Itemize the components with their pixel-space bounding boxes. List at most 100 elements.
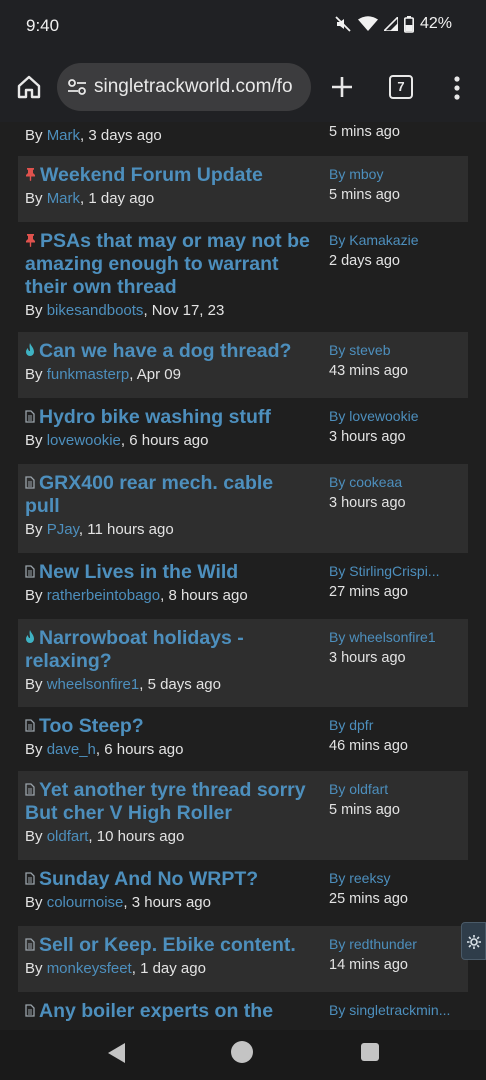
last-poster-link[interactable]: By oldfart — [329, 779, 464, 800]
thread-title-text[interactable]: PSAs that may or may not be amazing enou… — [25, 230, 310, 298]
thread-title-link[interactable]: Narrowboat holidays - relaxing? — [25, 627, 310, 673]
thread-title-text[interactable]: Sunday And No WRPT? — [39, 868, 258, 890]
last-poster-link[interactable]: By reeksy — [329, 868, 464, 889]
thread-title-link[interactable]: New Lives in the Wild — [25, 561, 310, 584]
thread-title-link[interactable]: Can we have a dog thread? — [25, 340, 310, 363]
thread-row[interactable]: Weekend Forum Update By Mark, 1 day ago By… — [18, 156, 468, 222]
mute-icon — [334, 15, 352, 33]
thread-main: Weekend Forum Update By Mark, 1 day ago — [25, 164, 310, 208]
home-button[interactable] — [14, 72, 44, 102]
thread-title-text[interactable]: Any boiler experts on the — [39, 1000, 273, 1022]
last-post-info: By reeksy 25 mins ago — [329, 868, 464, 910]
recents-button[interactable] — [361, 1043, 379, 1061]
thread-title-link[interactable]: Sell or Keep. Ebike content. — [25, 934, 310, 957]
author-link[interactable]: ratherbeintobago — [47, 587, 160, 604]
thread-byline: By dave_h, 6 hours ago — [25, 740, 310, 759]
thread-row-partial[interactable]: By Mark, 3 days ago 5 mins ago — [18, 122, 468, 147]
back-button[interactable] — [106, 1042, 126, 1069]
thread-row[interactable]: New Lives in the Wild By ratherbeintobago… — [18, 553, 468, 619]
author-link[interactable]: colournoise — [47, 894, 124, 911]
thread-main: New Lives in the Wild By ratherbeintobago… — [25, 561, 310, 605]
author-link[interactable]: bikesandboots — [47, 302, 144, 319]
last-post-time: 2 days ago — [329, 253, 400, 269]
more-menu-button[interactable] — [449, 75, 465, 101]
thread-byline: By monkeysfeet, 1 day ago — [25, 959, 310, 978]
thread-main: Too Steep? By dave_h, 6 hours ago — [25, 715, 310, 759]
last-poster-link[interactable]: By cookeaa — [329, 472, 464, 493]
thread-row[interactable]: PSAs that may or may not be amazing enou… — [18, 222, 468, 332]
last-poster-link[interactable]: By StirlingCrispi... — [329, 561, 464, 582]
thread-row[interactable]: Sell or Keep. Ebike content. By monkeysfe… — [18, 926, 468, 992]
battery-icon — [403, 15, 414, 33]
author-link[interactable]: wheelsonfire1 — [47, 676, 140, 693]
thread-row[interactable]: GRX400 rear mech. cable pull By PJay, 11 … — [18, 464, 468, 553]
thread-title-link[interactable]: Any boiler experts on the — [25, 1000, 310, 1023]
last-poster-link[interactable]: By redthunder — [329, 934, 464, 955]
last-poster-link[interactable]: By wheelsonfire1 — [329, 627, 464, 648]
last-poster-link[interactable]: By dpfr — [329, 715, 464, 736]
last-post-time: 5 mins ago — [329, 187, 400, 203]
last-post-info: By singletrackmin... — [329, 1000, 464, 1021]
author-link[interactable]: dave_h — [47, 741, 96, 758]
address-bar[interactable]: singletrackworld.com/fo — [57, 63, 311, 111]
status-time: 9:40 — [26, 16, 60, 35]
thread-row[interactable]: Too Steep? By dave_h, 6 hours ago By dpfr 4… — [18, 707, 468, 771]
last-post-time: 25 mins ago — [329, 891, 408, 907]
thread-title-text[interactable]: Weekend Forum Update — [40, 164, 263, 186]
thread-title-link[interactable]: Too Steep? — [25, 715, 310, 738]
url-text[interactable]: singletrackworld.com/fo — [94, 76, 293, 98]
thread-title-text[interactable]: Too Steep? — [39, 715, 144, 737]
status-icons: 42% — [334, 15, 452, 33]
thread-title-link[interactable]: GRX400 rear mech. cable pull — [25, 472, 310, 518]
thread-title-text[interactable]: Can we have a dog thread? — [39, 340, 291, 362]
status-bar: 9:40 42% — [0, 0, 486, 52]
last-post-time: 5 mins ago — [329, 124, 400, 140]
author-link[interactable]: Mark — [47, 190, 80, 207]
last-poster-link[interactable]: By steveb — [329, 340, 464, 361]
signal-icon — [383, 17, 398, 31]
author-link[interactable]: PJay — [47, 521, 79, 538]
byline-prefix: By — [25, 960, 47, 977]
byline-prefix: By — [25, 432, 47, 449]
floating-settings-button[interactable] — [461, 922, 486, 960]
author-link[interactable]: funkmasterp — [47, 366, 130, 383]
thread-title-link[interactable]: Sunday And No WRPT? — [25, 868, 310, 891]
thread-title-text[interactable]: GRX400 rear mech. cable pull — [25, 472, 273, 517]
thread-row[interactable]: Can we have a dog thread? By funkmasterp,… — [18, 332, 468, 398]
thread-title-link[interactable]: Weekend Forum Update — [25, 164, 310, 187]
thread-byline: By funkmasterp, Apr 09 — [25, 365, 310, 384]
thread-row[interactable]: Narrowboat holidays - relaxing? By wheels… — [18, 619, 468, 707]
author-link[interactable]: lovewookie — [47, 432, 121, 449]
thread-title-text[interactable]: Hydro bike washing stuff — [39, 406, 271, 428]
thread-row[interactable]: Sunday And No WRPT? By colournoise, 3 hou… — [18, 860, 468, 926]
thread-title-text[interactable]: Narrowboat holidays - relaxing? — [25, 627, 244, 672]
thread-title-link[interactable]: Hydro bike washing stuff — [25, 406, 310, 429]
document-icon — [25, 561, 35, 584]
thread-title-link[interactable]: Yet another tyre thread sorry But cher V… — [25, 779, 310, 825]
last-poster-link[interactable]: By lovewookie — [329, 406, 464, 427]
thread-title-text[interactable]: Yet another tyre thread sorry But cher V… — [25, 779, 306, 824]
last-post-info: By wheelsonfire1 3 hours ago — [329, 627, 464, 669]
thread-row[interactable]: Hydro bike washing stuff By lovewookie, 6… — [18, 398, 468, 464]
thread-byline: By Mark, 1 day ago — [25, 189, 310, 208]
author-link[interactable]: Mark — [47, 127, 80, 144]
thread-title-link[interactable]: PSAs that may or may not be amazing enou… — [25, 230, 310, 299]
author-link[interactable]: monkeysfeet — [47, 960, 132, 977]
site-settings-icon[interactable] — [67, 77, 87, 102]
last-poster-link[interactable]: By Kamakazie — [329, 230, 464, 251]
last-post-time: 43 mins ago — [329, 363, 408, 379]
tab-switcher-button[interactable]: 7 — [389, 75, 413, 99]
thread-title-text[interactable]: Sell or Keep. Ebike content. — [39, 934, 296, 956]
new-tab-button[interactable] — [329, 74, 355, 100]
thread-row[interactable]: Yet another tyre thread sorry But cher V… — [18, 771, 468, 860]
document-icon — [25, 934, 35, 957]
last-poster-link[interactable]: By singletrackmin... — [329, 1000, 464, 1021]
author-link[interactable]: oldfart — [47, 828, 89, 845]
byline-prefix: By — [25, 828, 47, 845]
home-nav-button[interactable] — [231, 1041, 253, 1063]
last-poster-link[interactable]: By mboy — [329, 164, 464, 185]
pin-icon — [25, 230, 36, 253]
thread-started-time: , 1 day ago — [80, 190, 155, 207]
thread-main: Yet another tyre thread sorry But cher V… — [25, 779, 310, 846]
thread-title-text[interactable]: New Lives in the Wild — [39, 561, 238, 583]
